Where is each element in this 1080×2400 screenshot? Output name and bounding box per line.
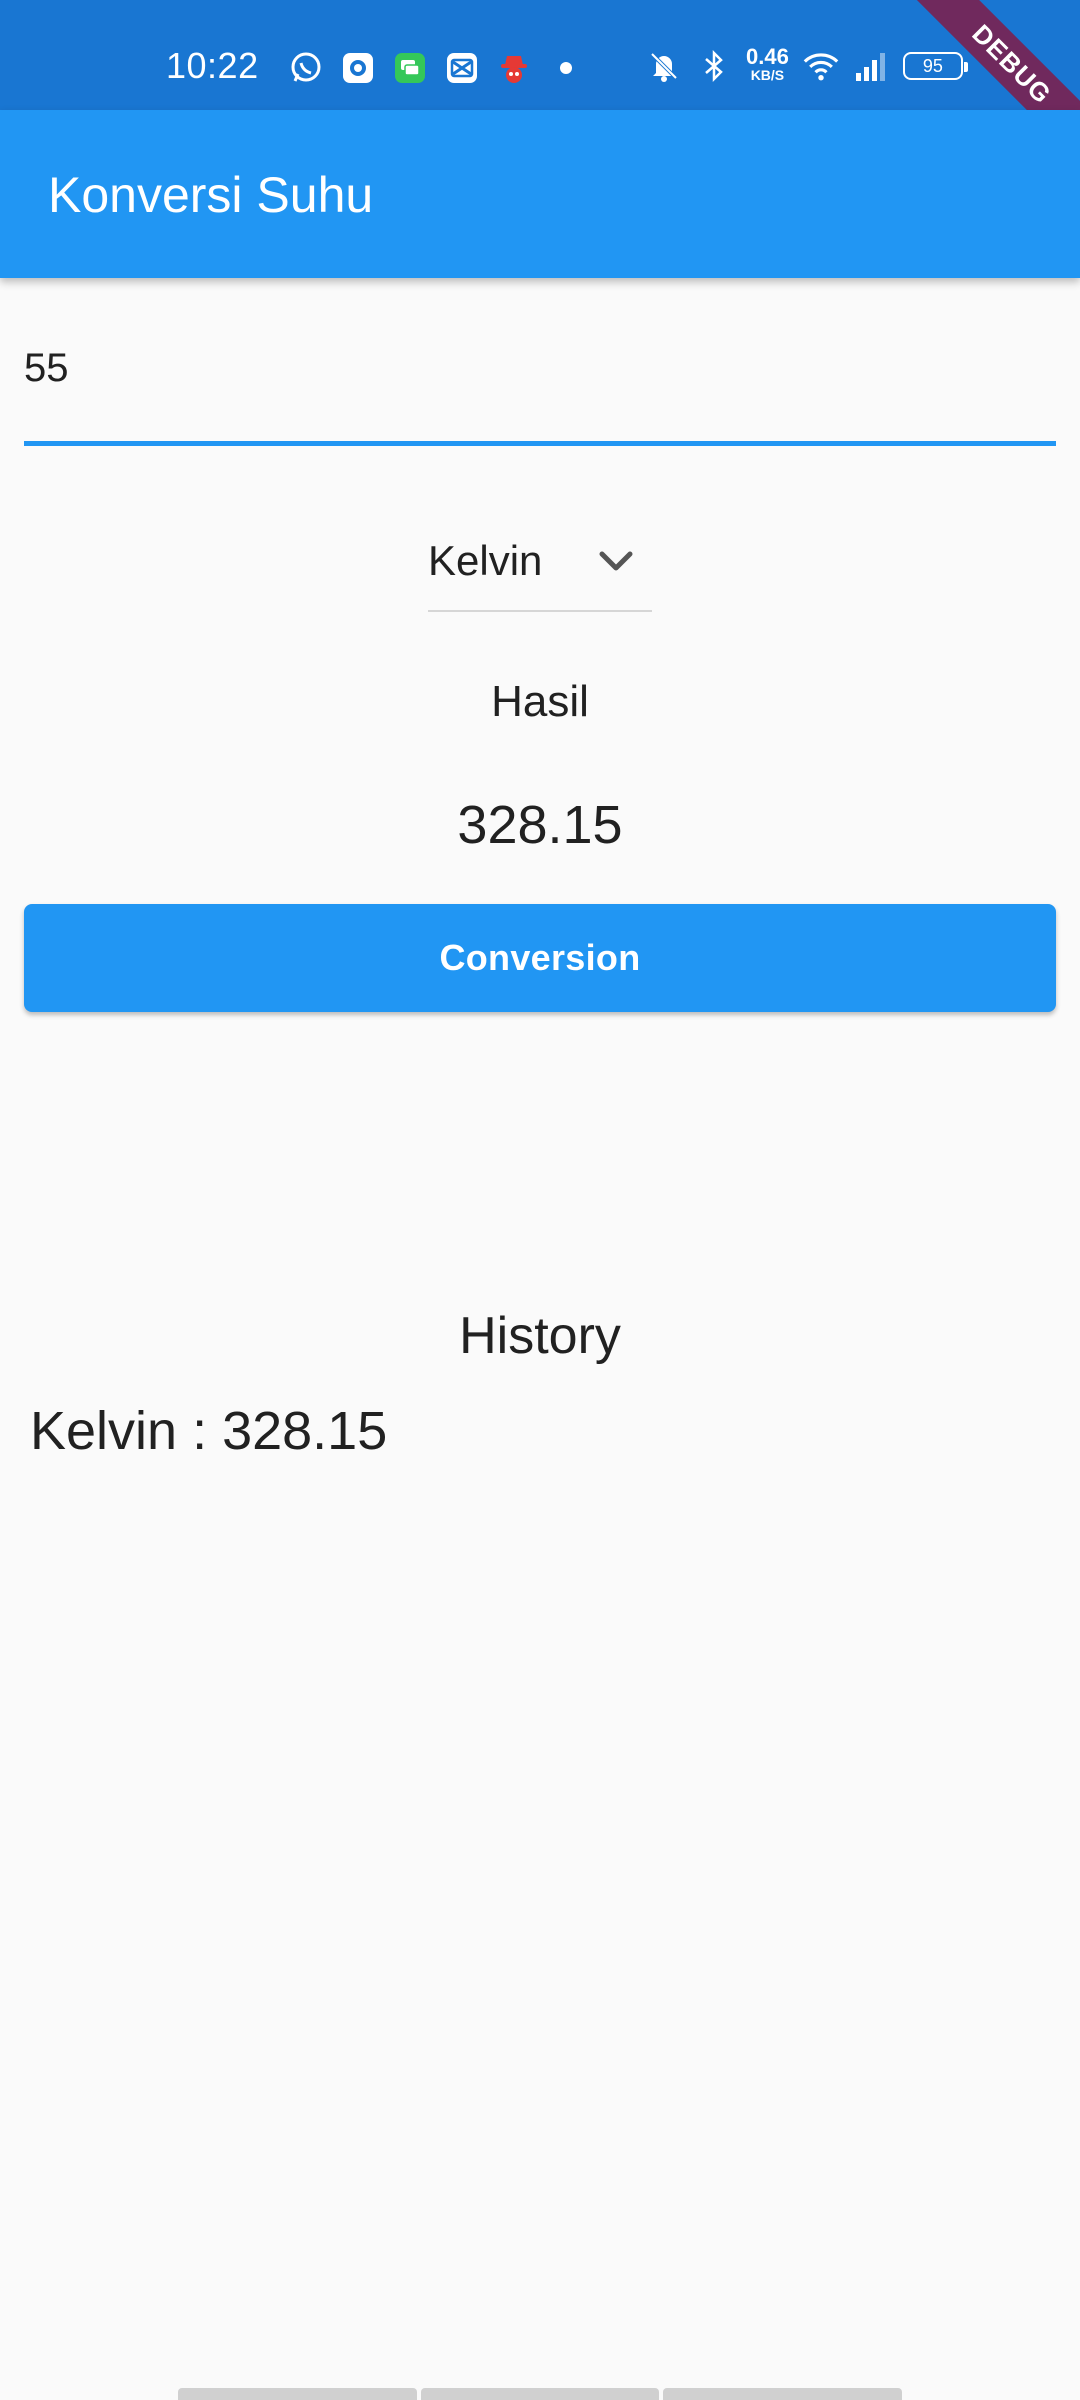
mute-bell-icon [646,48,682,84]
temperature-input-value[interactable]: 55 [24,344,69,392]
page-title: Konversi Suhu [48,167,374,223]
gesture-segment [663,2388,903,2400]
history-item: Kelvin : 328.15 [30,1401,388,1461]
capcut-icon [444,50,480,86]
whatsapp-icon [288,50,324,86]
status-time: 10:22 [166,45,259,86]
gesture-segment [178,2388,417,2400]
network-speed-value: 0.46 [746,44,789,69]
network-speed-unit: KB/S [750,67,785,83]
gesture-segment [420,2388,660,2400]
notification-icons [288,50,584,86]
unit-dropdown-value[interactable]: Kelvin [428,536,542,586]
result-label: Hasil [491,677,589,726]
bluetooth-icon [696,48,732,84]
chat-app-icon [392,50,428,86]
temperature-input[interactable]: 55 [24,330,1056,446]
unit-dropdown[interactable]: Kelvin [428,520,652,612]
chevron-down-icon[interactable] [594,542,638,582]
result-value: 328.15 [457,795,623,855]
network-speed: 0.46 KB/S [746,44,789,84]
signal-icon [853,48,889,84]
app-bar: Konversi Suhu [0,110,1080,278]
wifi-icon [803,48,839,84]
camera-app-icon [340,50,376,86]
conversion-button[interactable]: Conversion [24,904,1056,1012]
spy-app-icon [496,50,532,86]
history-title: History [459,1307,621,1365]
gesture-bar[interactable] [178,2388,903,2400]
dot-icon [548,50,584,86]
